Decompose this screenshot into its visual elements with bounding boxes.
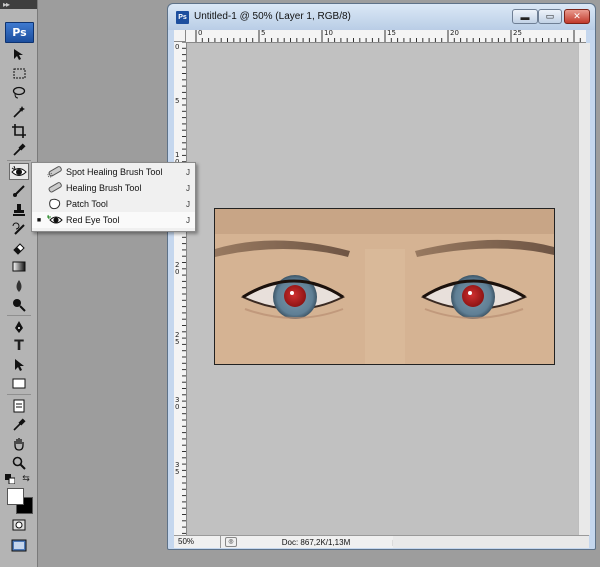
type-tool-icon[interactable]: T	[9, 337, 29, 354]
toolbar-divider	[7, 394, 31, 395]
history-brush-tool-icon[interactable]	[9, 220, 29, 237]
lasso-tool-icon[interactable]	[9, 84, 29, 101]
zoom-level-field[interactable]: 50%	[174, 536, 221, 548]
flyout-item-healing-brush[interactable]: Healing Brush Tool J	[32, 180, 195, 196]
canvas-area[interactable]	[187, 43, 578, 535]
vertical-scrollbar[interactable]	[578, 43, 590, 535]
flyout-item-shortcut: J	[186, 183, 190, 193]
eraser-tool-icon[interactable]	[9, 239, 29, 256]
close-button[interactable]: ✕	[564, 9, 590, 24]
marquee-tool-icon[interactable]	[9, 65, 29, 82]
selected-marker: ■	[36, 216, 42, 224]
flyout-item-shortcut: J	[186, 167, 190, 177]
document-title: Untitled-1 @ 50% (Layer 1, RGB/8)	[194, 11, 351, 22]
move-tool-icon[interactable]	[9, 46, 29, 63]
tools-panel: ▸▸ Ps T ⇆	[0, 0, 38, 567]
vertical-ruler[interactable]: 0 5 1 0 1 5 2 0 2 5 3 0 3 5	[174, 42, 187, 535]
ps-logo[interactable]: Ps	[5, 22, 34, 43]
zoom-tool-icon[interactable]	[9, 454, 29, 471]
path-selection-tool-icon[interactable]	[9, 356, 29, 373]
ruler-label: 3 5	[175, 461, 180, 476]
gradient-tool-icon[interactable]	[9, 258, 29, 275]
horizontal-scrollbar[interactable]	[393, 535, 589, 548]
flyout-item-label: Healing Brush Tool	[66, 183, 142, 193]
healing-brush-icon	[46, 181, 64, 195]
ruler-label: 5	[261, 30, 266, 37]
flyout-item-patch[interactable]: Patch Tool J	[32, 196, 195, 212]
red-eye-icon	[46, 213, 64, 227]
flyout-item-spot-healing-brush[interactable]: Spot Healing Brush Tool J	[32, 164, 195, 180]
default-colors-icon[interactable]	[4, 473, 16, 485]
clone-stamp-tool-icon[interactable]	[9, 201, 29, 218]
horizontal-ruler[interactable]: 0 5 10 15 20 25	[186, 30, 586, 43]
flyout-item-red-eye[interactable]: ■ Red Eye Tool J	[32, 212, 195, 228]
ruler-label: 20	[450, 30, 459, 37]
flyout-item-shortcut: J	[186, 215, 190, 225]
blur-tool-icon[interactable]	[9, 277, 29, 294]
magic-wand-tool-icon[interactable]	[9, 103, 29, 120]
panel-collapse-grip[interactable]: ▸▸	[0, 0, 37, 9]
patch-icon	[46, 197, 64, 211]
hand-tool-icon[interactable]	[9, 435, 29, 452]
ruler-ticks	[195, 30, 581, 42]
spot-healing-brush-icon	[46, 165, 64, 179]
brush-tool-icon[interactable]	[9, 182, 29, 199]
document-titlebar[interactable]: Ps Untitled-1 @ 50% (Layer 1, RGB/8) ▬ ▭…	[168, 4, 595, 30]
ruler-label: 5	[175, 97, 180, 105]
ruler-origin[interactable]	[174, 30, 186, 42]
swap-colors-icon[interactable]: ⇆	[20, 473, 32, 485]
healing-tools-flyout: Spot Healing Brush Tool J Healing Brush …	[31, 162, 196, 232]
flyout-item-shortcut: J	[186, 199, 190, 209]
ruler-label: 0	[175, 43, 180, 51]
status-info-icon[interactable]: ◎	[225, 537, 237, 547]
toolbar-divider	[7, 315, 31, 316]
eyes-photo[interactable]	[214, 208, 555, 365]
flyout-item-label: Red Eye Tool	[66, 215, 120, 225]
flyout-item-label: Spot Healing Brush Tool	[66, 167, 163, 177]
shape-tool-icon[interactable]	[9, 375, 29, 392]
pen-tool-icon[interactable]	[9, 318, 29, 335]
ruler-label: 15	[387, 30, 396, 37]
dodge-tool-icon[interactable]	[9, 296, 29, 313]
document-window: Ps Untitled-1 @ 50% (Layer 1, RGB/8) ▬ ▭…	[167, 3, 596, 550]
minimize-button[interactable]: ▬	[512, 9, 538, 24]
toolbar-divider	[7, 160, 31, 161]
eyedropper-icon[interactable]	[9, 416, 29, 433]
ruler-label: 2 5	[175, 331, 180, 346]
screen-mode-icon[interactable]	[9, 537, 29, 554]
ruler-label: 2 0	[175, 261, 180, 276]
flyout-item-label: Patch Tool	[66, 199, 108, 209]
red-eye-tool-icon[interactable]	[9, 163, 29, 180]
notes-tool-icon[interactable]	[9, 397, 29, 414]
ruler-label: 10	[324, 30, 333, 37]
foreground-color-swatch[interactable]	[7, 488, 24, 505]
maximize-button[interactable]: ▭	[538, 9, 562, 24]
document-size-info: Doc: 867,2K/1,13M	[281, 537, 351, 547]
ruler-label: 0	[198, 30, 203, 37]
crop-tool-icon[interactable]	[9, 122, 29, 139]
ruler-label: 3 0	[175, 396, 180, 411]
quick-mask-icon[interactable]	[9, 516, 29, 533]
eyes-photo-illustration	[215, 209, 554, 364]
eyedropper-tool-icon[interactable]	[9, 141, 29, 158]
ruler-label: 25	[513, 30, 522, 37]
photoshop-doc-icon: Ps	[176, 11, 189, 24]
